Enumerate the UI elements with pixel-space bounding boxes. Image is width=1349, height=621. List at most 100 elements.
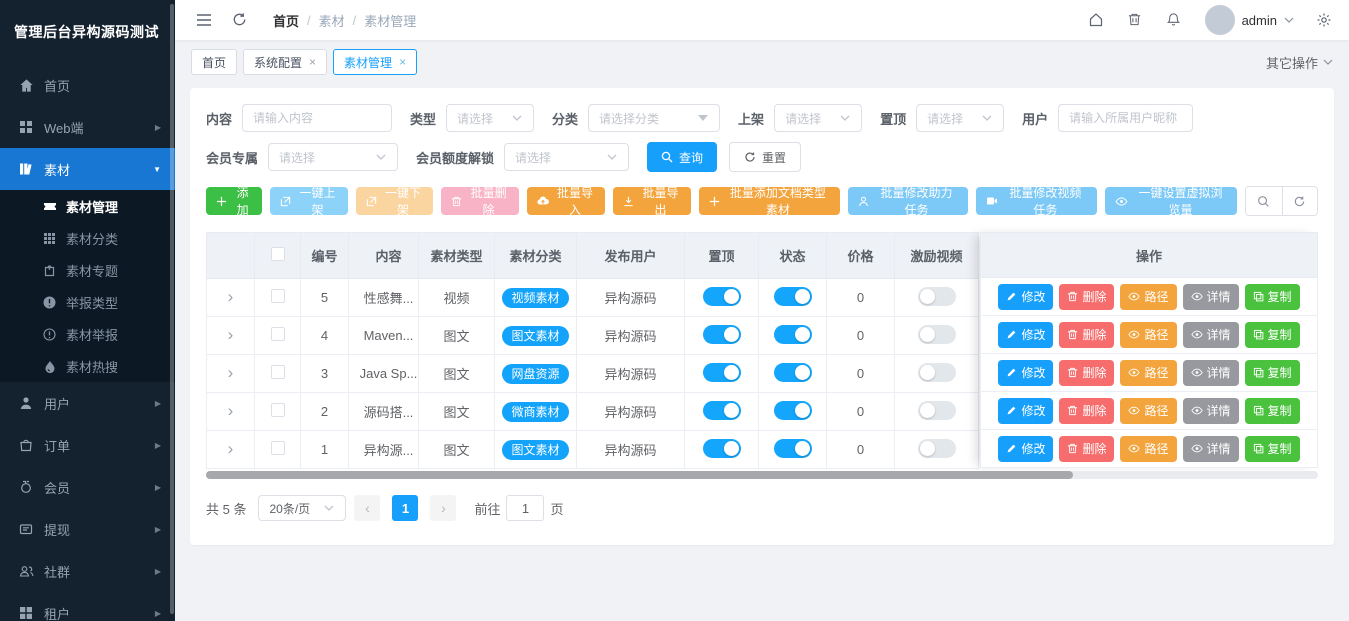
- edit-button[interactable]: 修改: [998, 398, 1053, 424]
- delete-button[interactable]: 删除: [1059, 322, 1114, 348]
- sidebar-item-users[interactable]: 用户 ▶: [0, 382, 175, 424]
- more-operations-dropdown[interactable]: 其它操作: [1266, 53, 1333, 72]
- close-icon[interactable]: ×: [309, 56, 316, 68]
- breadcrumb-material[interactable]: 素材: [319, 11, 345, 30]
- row-checkbox[interactable]: [271, 365, 285, 379]
- batch-edit-video-task-button[interactable]: 批量修改视频任务: [976, 187, 1097, 215]
- tab-material-manage[interactable]: 素材管理 ×: [333, 49, 417, 75]
- reset-button[interactable]: 重置: [729, 142, 801, 172]
- member-only-filter-select[interactable]: 请选择: [268, 143, 398, 171]
- copy-button[interactable]: 复制: [1245, 322, 1300, 348]
- detail-button[interactable]: 详情: [1183, 360, 1239, 386]
- detail-button[interactable]: 详情: [1183, 322, 1239, 348]
- status-toggle[interactable]: [774, 287, 812, 306]
- sidebar-item-orders[interactable]: 订单 ▶: [0, 424, 175, 466]
- expand-row-icon[interactable]: ›: [228, 364, 234, 381]
- expand-row-icon[interactable]: ›: [228, 440, 234, 457]
- reward-video-toggle[interactable]: [918, 287, 956, 306]
- batch-import-button[interactable]: 批量导入: [527, 187, 605, 215]
- copy-button[interactable]: 复制: [1245, 284, 1300, 310]
- copy-button[interactable]: 复制: [1245, 436, 1300, 462]
- row-checkbox[interactable]: [271, 441, 285, 455]
- top-filter-select[interactable]: 请选择: [916, 104, 1004, 132]
- copy-button[interactable]: 复制: [1245, 360, 1300, 386]
- sidebar-item-material-report[interactable]: 素材举报: [0, 318, 175, 350]
- path-button[interactable]: 路径: [1120, 322, 1176, 348]
- expand-row-icon[interactable]: ›: [228, 288, 234, 305]
- detail-button[interactable]: 详情: [1183, 284, 1239, 310]
- copy-button[interactable]: 复制: [1245, 398, 1300, 424]
- status-toggle[interactable]: [774, 325, 812, 344]
- search-button[interactable]: 查询: [647, 142, 717, 172]
- top-toggle[interactable]: [703, 401, 741, 420]
- sidebar-item-community[interactable]: 社群 ▶: [0, 550, 175, 592]
- prev-page-button[interactable]: ‹: [354, 495, 380, 521]
- category-filter-select[interactable]: 请选择分类: [588, 104, 720, 132]
- status-toggle[interactable]: [774, 363, 812, 382]
- next-page-button[interactable]: ›: [430, 495, 456, 521]
- detail-button[interactable]: 详情: [1183, 436, 1239, 462]
- set-virtual-views-button[interactable]: 一键设置虚拟浏览量: [1105, 187, 1237, 215]
- sidebar-item-material-topic[interactable]: 素材专题: [0, 254, 175, 286]
- expand-row-icon[interactable]: ›: [228, 402, 234, 419]
- batch-on-shelf-button[interactable]: 一键上架: [270, 187, 348, 215]
- gear-icon[interactable]: [1316, 12, 1333, 29]
- sidebar-scrollbar[interactable]: [170, 4, 174, 614]
- row-checkbox[interactable]: [271, 289, 285, 303]
- edit-button[interactable]: 修改: [998, 322, 1053, 348]
- user-menu[interactable]: admin: [1205, 5, 1294, 35]
- edit-button[interactable]: 修改: [998, 436, 1053, 462]
- breadcrumb-home[interactable]: 首页: [273, 11, 299, 30]
- delete-button[interactable]: 删除: [1059, 360, 1114, 386]
- search-icon[interactable]: [1246, 187, 1281, 215]
- refresh-icon[interactable]: [1282, 187, 1317, 215]
- home-icon[interactable]: [1088, 12, 1105, 29]
- path-button[interactable]: 路径: [1120, 436, 1176, 462]
- reward-video-toggle[interactable]: [918, 363, 956, 382]
- path-button[interactable]: 路径: [1120, 398, 1176, 424]
- edit-button[interactable]: 修改: [998, 360, 1053, 386]
- status-toggle[interactable]: [774, 401, 812, 420]
- sidebar-item-report-type[interactable]: 举报类型: [0, 286, 175, 318]
- batch-add-doc-material-button[interactable]: 批量添加文档类型素材: [699, 187, 840, 215]
- sidebar-item-material-manage[interactable]: 素材管理: [0, 190, 175, 222]
- sidebar-item-material[interactable]: 素材 ▼: [0, 148, 175, 190]
- page-number-current[interactable]: 1: [392, 495, 418, 521]
- tab-home[interactable]: 首页: [191, 49, 237, 75]
- delete-button[interactable]: 删除: [1059, 284, 1114, 310]
- row-checkbox[interactable]: [271, 403, 285, 417]
- sidebar-item-material-category[interactable]: 素材分类: [0, 222, 175, 254]
- batch-edit-assist-task-button[interactable]: 批量修改助力任务: [848, 187, 968, 215]
- type-filter-select[interactable]: 请选择: [446, 104, 534, 132]
- shelf-filter-select[interactable]: 请选择: [774, 104, 862, 132]
- close-icon[interactable]: ×: [399, 56, 406, 68]
- goto-page-input[interactable]: [506, 495, 544, 521]
- sidebar-item-members[interactable]: 会员 ▶: [0, 466, 175, 508]
- sidebar-item-web[interactable]: Web端 ▶: [0, 106, 175, 148]
- delete-button[interactable]: 删除: [1059, 398, 1114, 424]
- batch-delete-button[interactable]: 批量删除: [441, 187, 519, 215]
- edit-button[interactable]: 修改: [998, 284, 1053, 310]
- status-toggle[interactable]: [774, 439, 812, 458]
- quota-filter-select[interactable]: 请选择: [504, 143, 629, 171]
- top-toggle[interactable]: [703, 325, 741, 344]
- user-filter-input[interactable]: [1058, 104, 1193, 132]
- scrollbar-thumb[interactable]: [206, 471, 1073, 479]
- reward-video-toggle[interactable]: [918, 325, 956, 344]
- collapse-menu-icon[interactable]: [195, 11, 213, 29]
- batch-off-shelf-button[interactable]: 一键下架: [356, 187, 434, 215]
- sidebar-item-home[interactable]: 首页: [0, 64, 175, 106]
- path-button[interactable]: 路径: [1120, 360, 1176, 386]
- batch-export-button[interactable]: 批量导出: [613, 187, 691, 215]
- sidebar-item-material-hot[interactable]: 素材热搜: [0, 350, 175, 382]
- top-toggle[interactable]: [703, 439, 741, 458]
- tab-system-config[interactable]: 系统配置 ×: [243, 49, 327, 75]
- reward-video-toggle[interactable]: [918, 439, 956, 458]
- top-toggle[interactable]: [703, 363, 741, 382]
- delete-button[interactable]: 删除: [1059, 436, 1114, 462]
- top-toggle[interactable]: [703, 287, 741, 306]
- refresh-icon[interactable]: [231, 11, 249, 29]
- detail-button[interactable]: 详情: [1183, 398, 1239, 424]
- bell-icon[interactable]: [1166, 12, 1183, 29]
- sidebar-item-withdraw[interactable]: 提现 ▶: [0, 508, 175, 550]
